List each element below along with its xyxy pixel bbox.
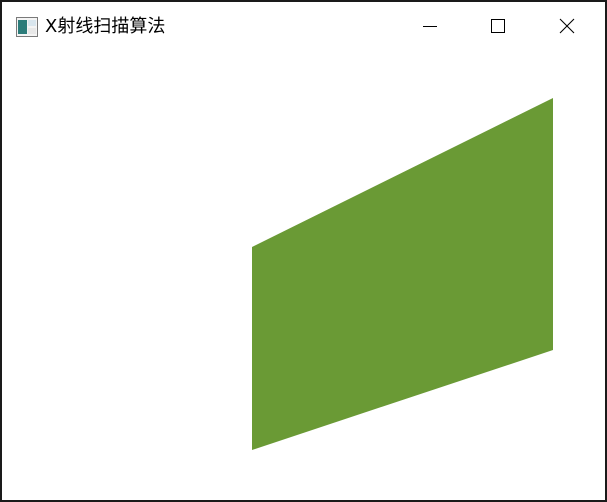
minimize-button[interactable] bbox=[396, 2, 464, 50]
drawing-canvas bbox=[252, 98, 553, 450]
title-bar[interactable]: X射线扫描算法 bbox=[2, 2, 605, 50]
minimize-icon bbox=[422, 18, 438, 34]
drawing-area[interactable] bbox=[2, 50, 605, 500]
app-window-icon[interactable] bbox=[16, 17, 38, 37]
maximize-button[interactable] bbox=[464, 2, 532, 50]
filled-parallelogram bbox=[252, 98, 553, 450]
maximize-icon bbox=[490, 18, 506, 34]
window-title: X射线扫描算法 bbox=[45, 16, 166, 37]
close-icon bbox=[559, 18, 575, 34]
close-button[interactable] bbox=[533, 2, 601, 50]
app-window: X射线扫描算法 bbox=[0, 0, 607, 502]
